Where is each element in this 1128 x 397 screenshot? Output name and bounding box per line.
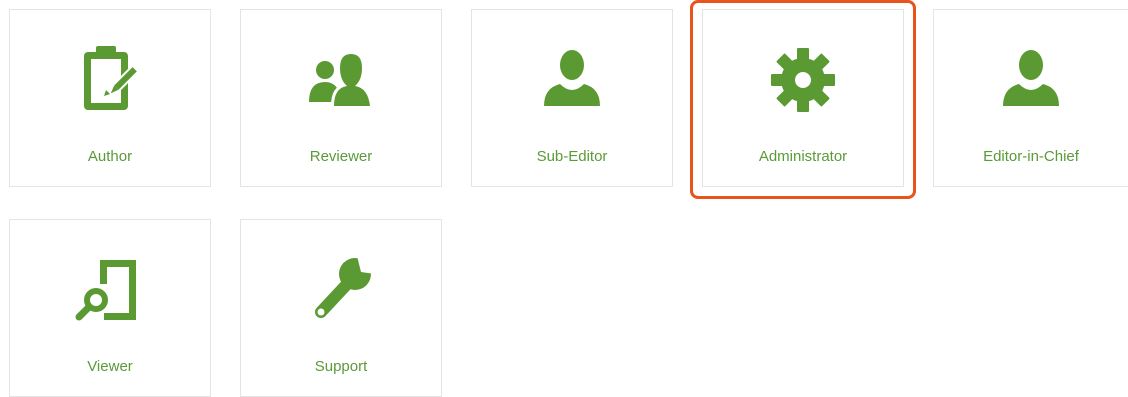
two-users-icon bbox=[241, 40, 441, 120]
user-icon bbox=[472, 40, 672, 120]
role-label: Sub-Editor bbox=[536, 148, 608, 165]
role-label: Editor-in-Chief bbox=[983, 148, 1079, 165]
role-label: Administrator bbox=[758, 148, 848, 165]
document-magnifier-icon bbox=[10, 250, 210, 330]
gear-icon bbox=[703, 40, 903, 120]
user-icon bbox=[934, 40, 1128, 120]
role-tile-author[interactable]: Author bbox=[9, 9, 211, 187]
role-tile-reviewer[interactable]: Reviewer bbox=[240, 9, 442, 187]
role-tile-viewer[interactable]: Viewer bbox=[9, 219, 211, 397]
wrench-icon bbox=[241, 250, 441, 330]
clipboard-pencil-icon bbox=[10, 40, 210, 120]
role-tile-administrator[interactable]: Administrator bbox=[702, 9, 904, 187]
role-label: Support bbox=[314, 358, 368, 375]
role-tile-support[interactable]: Support bbox=[240, 219, 442, 397]
role-label: Reviewer bbox=[309, 148, 373, 165]
role-label: Viewer bbox=[87, 358, 133, 375]
role-selection-grid: Author Reviewer Sub-Editor Administrator… bbox=[0, 0, 1128, 397]
role-tile-editor-in-chief[interactable]: Editor-in-Chief bbox=[933, 9, 1128, 187]
role-tile-sub-editor[interactable]: Sub-Editor bbox=[471, 9, 673, 187]
role-label: Author bbox=[87, 148, 133, 165]
